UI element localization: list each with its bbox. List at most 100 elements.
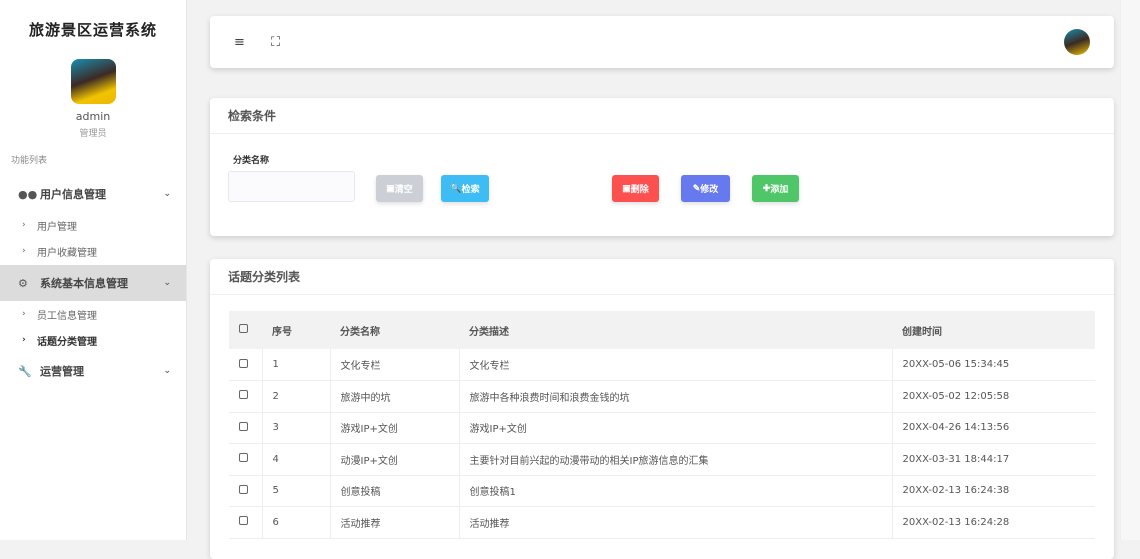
button-label: 检索: [461, 184, 480, 194]
button-label: 清空: [394, 184, 413, 194]
scrollbar[interactable]: [1120, 0, 1140, 540]
submenu-user-favorites[interactable]: › 用户收藏管理: [0, 238, 186, 264]
delete-button[interactable]: ▣ 删除: [612, 175, 659, 202]
plus-icon: ✚: [762, 183, 771, 193]
cell-description: 文化专栏: [459, 349, 893, 381]
row-select: [229, 349, 263, 381]
username: admin: [75, 110, 111, 123]
row-checkbox[interactable]: [239, 390, 248, 400]
row-select: [229, 380, 263, 413]
app-title: 旅游景区运营系统: [28, 21, 157, 39]
cell-name: 游戏IP+文创: [330, 412, 460, 444]
row-select: [229, 412, 263, 444]
row-select: [229, 506, 263, 539]
submenu-topic-category[interactable]: › 话题分类管理: [0, 327, 186, 353]
menu-label: 用户信息管理: [40, 188, 106, 201]
cell-description: 游戏IP+文创: [459, 412, 893, 444]
col-name: 分类名称: [330, 311, 459, 349]
user-role: 管理员: [79, 129, 107, 139]
edit-button[interactable]: ✎ 修改: [681, 175, 730, 202]
table-row[interactable]: 2 旅游中的坑 旅游中各种浪费时间和浪费金钱的坑 20XX-05-02 12:05:5…: [229, 380, 1095, 413]
trash-icon: ▣: [622, 183, 631, 193]
search-title: 检索条件: [210, 98, 1114, 134]
row-checkbox[interactable]: [239, 516, 248, 526]
submenu-label: 用户管理: [37, 221, 77, 233]
cell-name: 文化专栏: [330, 349, 460, 381]
cell-index: 3: [262, 412, 331, 444]
menu-user-info[interactable]: ●● 用户信息管理 ⌄: [0, 176, 186, 212]
chevron-down-icon: ⌄: [163, 278, 171, 288]
chevron-down-icon: ⌄: [163, 366, 171, 376]
add-button[interactable]: ✚ 添加: [752, 175, 799, 202]
cell-description: 活动推荐: [459, 506, 893, 539]
cell-name: 活动推荐: [330, 506, 460, 539]
cell-created: 20XX-03-31 18:44:17: [892, 443, 1095, 476]
cell-index: 6: [262, 506, 331, 539]
col-description: 分类描述: [459, 311, 892, 349]
cell-created: 20XX-05-06 15:34:45: [892, 349, 1095, 381]
cell-created: 20XX-05-02 12:05:58: [892, 380, 1095, 413]
cell-index: 1: [262, 349, 331, 381]
submenu-user-manage[interactable]: › 用户管理: [0, 212, 186, 238]
cell-name: 旅游中的坑: [330, 380, 460, 413]
header-avatar[interactable]: [1064, 29, 1090, 55]
submenu-label: 用户收藏管理: [37, 247, 97, 259]
menu-label: 运营管理: [40, 365, 84, 378]
clear-button[interactable]: ▣ 清空: [376, 175, 423, 202]
menu-system-info[interactable]: ⚙ 系统基本信息管理 ⌄: [0, 265, 186, 301]
category-table: 序号 分类名称 分类描述 创建时间 1 文化专栏 文化专栏 20XX-05-06 15…: [229, 311, 1095, 539]
chevron-right-icon: ›: [22, 246, 26, 256]
category-name-label: 分类名称: [233, 156, 270, 166]
col-created: 创建时间: [892, 311, 1095, 349]
submenu-label: 话题分类管理: [37, 336, 97, 348]
row-select: [229, 443, 263, 476]
users-icon: ●●: [18, 187, 38, 201]
chevron-right-icon: ›: [22, 335, 26, 345]
cell-description: 创意投稿1: [459, 475, 893, 507]
chevron-down-icon: ⌄: [163, 189, 171, 199]
select-all-checkbox[interactable]: [239, 324, 248, 333]
table-row[interactable]: 4 动漫IP+文创 主要针对目前兴起的动漫带动的相关IP旅游信息的汇集 20XX-03…: [229, 443, 1095, 476]
row-checkbox[interactable]: [239, 484, 248, 494]
cell-description: 主要针对目前兴起的动漫带动的相关IP旅游信息的汇集: [459, 443, 893, 476]
search-icon: 🔍: [450, 183, 462, 193]
cell-created: 20XX-02-13 16:24:28: [892, 506, 1095, 539]
top-header: ≡ ⛶: [210, 16, 1114, 68]
list-title: 话题分类列表: [210, 259, 1114, 295]
wrench-icon: 🔧: [18, 364, 32, 378]
menu-operations[interactable]: 🔧 运营管理 ⌄: [0, 353, 186, 389]
menu-section-label: 功能列表: [11, 156, 48, 166]
fullscreen-icon[interactable]: ⛶: [271, 35, 280, 50]
cell-name: 动漫IP+文创: [330, 443, 460, 476]
search-panel: 检索条件 分类名称 ▣ 清空 🔍 检索 ▣ 删除 ✎ 修改 ✚ 添加: [210, 98, 1114, 236]
category-name-input[interactable]: [228, 171, 355, 202]
table-row[interactable]: 1 文化专栏 文化专栏 20XX-05-06 15:34:45: [229, 349, 1095, 381]
cell-index: 2: [262, 380, 331, 413]
header-select: [229, 311, 262, 349]
table-row[interactable]: 5 创意投稿 创意投稿1 20XX-02-13 16:24:38: [229, 475, 1095, 507]
cell-created: 20XX-04-26 14:13:56: [892, 412, 1095, 444]
sidebar: 旅游景区运营系统 admin 管理员 功能列表 ●● 用户信息管理 ⌄ › 用户管理 …: [0, 0, 187, 540]
avatar: [70, 59, 116, 104]
trash-icon: ▣: [386, 183, 395, 193]
row-select: [229, 475, 263, 507]
submenu-staff-info[interactable]: › 员工信息管理: [0, 301, 186, 327]
row-checkbox[interactable]: [239, 421, 248, 431]
topic-category-list: 话题分类列表 序号 分类名称 分类描述 创建时间 1 文化专栏 文化专栏 20XX-0…: [210, 259, 1114, 559]
table-row[interactable]: 3 游戏IP+文创 游戏IP+文创 20XX-04-26 14:13:56: [229, 412, 1095, 444]
table-row[interactable]: 6 活动推荐 活动推荐 20XX-02-13 16:24:28: [229, 506, 1095, 539]
cell-description: 旅游中各种浪费时间和浪费金钱的坑: [459, 380, 893, 413]
button-label: 添加: [770, 184, 789, 194]
button-label: 修改: [700, 184, 719, 194]
menu-toggle-icon[interactable]: ≡: [234, 35, 245, 50]
submenu-label: 员工信息管理: [37, 310, 97, 322]
chevron-right-icon: ›: [22, 309, 26, 319]
gears-icon: ⚙: [18, 276, 28, 290]
search-button[interactable]: 🔍 检索: [441, 175, 489, 202]
row-checkbox[interactable]: [239, 453, 248, 463]
menu-label: 系统基本信息管理: [40, 277, 128, 290]
button-label: 删除: [630, 184, 649, 194]
row-checkbox[interactable]: [239, 358, 248, 368]
cell-index: 4: [262, 443, 331, 476]
table-header: 序号 分类名称 分类描述 创建时间: [229, 311, 1095, 349]
